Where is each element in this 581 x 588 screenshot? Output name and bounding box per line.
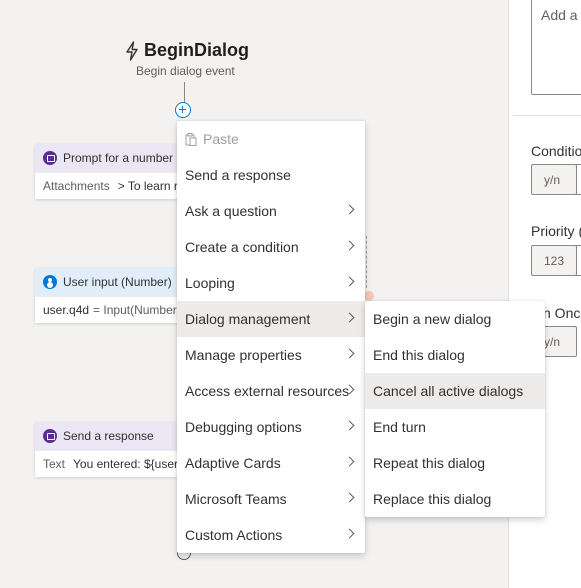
trigger-title: BeginDialog bbox=[144, 40, 250, 60]
description-textarea[interactable]: Add a bbox=[531, 0, 581, 95]
menu-item-paste[interactable]: Paste bbox=[177, 121, 365, 157]
node-title: Send a response bbox=[63, 429, 154, 443]
submenu-item-repeat-dialog[interactable]: Repeat this dialog bbox=[365, 445, 545, 481]
run-once-label: n Onc bbox=[543, 305, 581, 321]
menu-item-label: Manage properties bbox=[185, 347, 302, 363]
menu-item-label: Debugging options bbox=[185, 419, 302, 435]
menu-item-adaptive-cards[interactable]: Adaptive Cards bbox=[177, 445, 365, 481]
chevron-right-icon bbox=[344, 492, 355, 503]
submenu-item-begin-new-dialog[interactable]: Begin a new dialog bbox=[365, 301, 545, 337]
chevron-right-icon bbox=[344, 348, 355, 359]
user-icon bbox=[43, 275, 57, 289]
node-icon bbox=[364, 291, 374, 301]
menu-item-label: Repeat this dialog bbox=[373, 455, 486, 471]
connector-line bbox=[184, 82, 185, 102]
priority-input[interactable] bbox=[576, 245, 581, 276]
menu-item-label: Send a response bbox=[185, 167, 291, 183]
menu-item-label: End turn bbox=[373, 419, 426, 435]
menu-item-dialog-management[interactable]: Dialog management bbox=[177, 301, 365, 337]
node-body-label: user.q4d bbox=[43, 303, 90, 317]
chevron-right-icon bbox=[344, 420, 355, 431]
menu-item-create-condition[interactable]: Create a condition bbox=[177, 229, 365, 265]
node-prompt-number[interactable]: Prompt for a number Attachments > To lea… bbox=[35, 144, 180, 199]
dashed-connector bbox=[366, 236, 368, 288]
node-body-label: Text bbox=[43, 457, 66, 471]
menu-item-custom-actions[interactable]: Custom Actions bbox=[177, 517, 365, 553]
menu-item-microsoft-teams[interactable]: Microsoft Teams bbox=[177, 481, 365, 517]
menu-item-label: Cancel all active dialogs bbox=[373, 383, 524, 399]
add-action-button[interactable] bbox=[175, 102, 191, 118]
node-body-label: Attachments bbox=[43, 179, 110, 193]
menu-item-label: Begin a new dialog bbox=[373, 311, 492, 327]
menu-item-access-external-resources[interactable]: Access external resources bbox=[177, 373, 365, 409]
node-body-value: > To learn r bbox=[117, 179, 178, 193]
chevron-right-icon bbox=[344, 204, 355, 215]
dialog-management-submenu: Begin a new dialog End this dialog Cance… bbox=[365, 301, 545, 517]
submenu-item-cancel-all-dialogs[interactable]: Cancel all active dialogs bbox=[365, 373, 545, 409]
menu-item-label: Access external resources bbox=[185, 383, 350, 399]
submenu-item-replace-dialog[interactable]: Replace this dialog bbox=[365, 481, 545, 517]
menu-item-label: Ask a question bbox=[185, 203, 277, 219]
lightning-icon bbox=[126, 40, 138, 61]
submenu-item-end-this-dialog[interactable]: End this dialog bbox=[365, 337, 545, 373]
chevron-right-icon bbox=[344, 456, 355, 467]
message-icon bbox=[43, 151, 57, 165]
priority-type-toggle[interactable]: 123 bbox=[531, 245, 577, 276]
condition-label: Conditio bbox=[531, 143, 581, 159]
submenu-item-end-turn[interactable]: End turn bbox=[365, 409, 545, 445]
message-icon bbox=[43, 429, 57, 443]
node-send-response[interactable]: Send a response Text You entered: ${user… bbox=[35, 422, 180, 477]
menu-item-label: End this dialog bbox=[373, 347, 465, 363]
node-title: Prompt for a number bbox=[63, 151, 174, 165]
menu-item-label: Dialog management bbox=[185, 311, 311, 327]
trigger-header[interactable]: BeginDialog bbox=[124, 40, 249, 61]
chevron-right-icon bbox=[344, 240, 355, 251]
menu-item-ask-question[interactable]: Ask a question bbox=[177, 193, 365, 229]
trigger-subtitle: Begin dialog event bbox=[136, 64, 235, 78]
chevron-right-icon bbox=[344, 528, 355, 539]
menu-item-debugging-options[interactable]: Debugging options bbox=[177, 409, 365, 445]
menu-item-label: Custom Actions bbox=[185, 527, 283, 543]
node-body-value: = Input(Number bbox=[93, 303, 177, 317]
menu-item-label: Looping bbox=[185, 275, 235, 291]
chevron-right-icon bbox=[344, 312, 355, 323]
menu-item-looping[interactable]: Looping bbox=[177, 265, 365, 301]
condition-input[interactable] bbox=[576, 164, 581, 195]
node-title: User input (Number) bbox=[63, 275, 172, 289]
menu-item-send-response[interactable]: Send a response bbox=[177, 157, 365, 193]
menu-item-label: Replace this dialog bbox=[373, 491, 492, 507]
condition-type-toggle[interactable]: y/n bbox=[531, 164, 577, 195]
menu-item-label: Create a condition bbox=[185, 239, 299, 255]
menu-item-label: Microsoft Teams bbox=[185, 491, 287, 507]
menu-item-manage-properties[interactable]: Manage properties bbox=[177, 337, 365, 373]
clipboard-icon bbox=[185, 132, 197, 146]
add-action-menu: Paste Send a response Ask a question Cre… bbox=[177, 121, 365, 553]
pane-divider bbox=[513, 115, 581, 116]
node-user-input[interactable]: User input (Number) user.q4d = Input(Num… bbox=[35, 268, 180, 323]
menu-item-label: Paste bbox=[203, 131, 239, 147]
description-placeholder: Add a bbox=[541, 7, 578, 23]
menu-item-label: Adaptive Cards bbox=[185, 455, 281, 471]
node-body-value: You entered: ${user.q bbox=[73, 457, 180, 471]
chevron-right-icon bbox=[344, 276, 355, 287]
priority-label: Priority ( bbox=[531, 223, 581, 239]
